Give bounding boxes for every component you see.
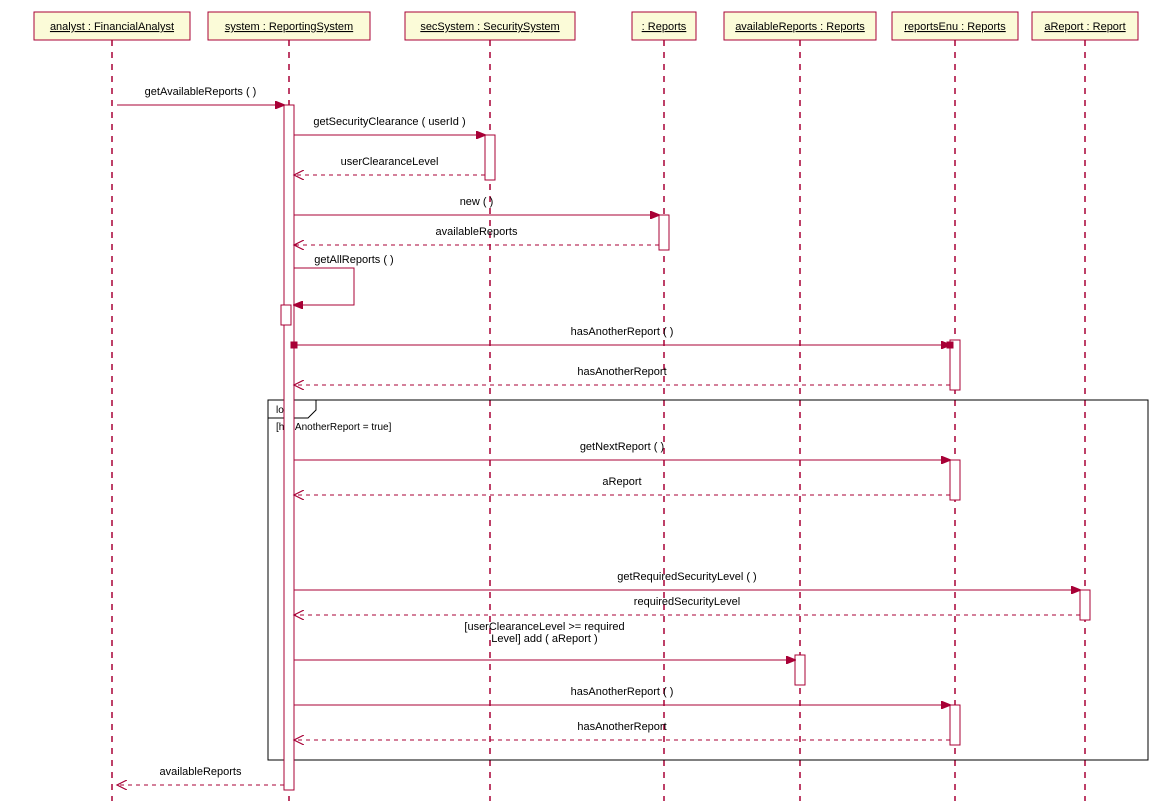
activation-bar — [284, 105, 294, 790]
message-label: getAvailableReports ( ) — [145, 86, 257, 98]
lifeline-label: reportsEnu : Reports — [904, 21, 1006, 33]
message-square-marker — [947, 342, 953, 348]
message-label: hasAnotherReport ( ) — [571, 686, 674, 698]
lifeline-label: availableReports : Reports — [735, 21, 865, 33]
lifeline-label: system : ReportingSystem — [225, 21, 353, 33]
activation-bar — [659, 215, 669, 250]
activation-bar — [795, 655, 805, 685]
message-label: availableReports — [436, 226, 518, 238]
lifeline-label: aReport : Report — [1044, 21, 1125, 33]
activation-bar — [281, 305, 291, 325]
message-label: availableReports — [160, 766, 242, 778]
message-label: userClearanceLevel — [341, 156, 439, 168]
message-label: aReport — [602, 476, 641, 488]
activation-bar — [950, 705, 960, 745]
activation-bar — [950, 460, 960, 500]
self-message-label: getAllReports ( ) — [314, 254, 393, 266]
message-label: getSecurityClearance ( userId ) — [313, 116, 465, 128]
message-label: requiredSecurityLevel — [634, 596, 740, 608]
message-label: new ( ) — [460, 196, 494, 208]
lifeline-label: analyst : FinancialAnalyst — [50, 21, 174, 33]
lifeline-label: : Reports — [642, 21, 687, 33]
activation-bar — [1080, 590, 1090, 620]
message-label: hasAnotherReport — [577, 721, 666, 733]
activation-bar — [485, 135, 495, 180]
self-message — [294, 268, 354, 305]
message-label: getNextReport ( ) — [580, 441, 664, 453]
message-label: hasAnotherReport — [577, 366, 666, 378]
message-label: hasAnotherReport ( ) — [571, 326, 674, 338]
message-label: Level] add ( aReport ) — [491, 633, 597, 645]
lifeline-label: secSystem : SecuritySystem — [420, 21, 559, 33]
message-label: [userClearanceLevel >= required — [464, 621, 624, 633]
message-square-marker — [291, 342, 297, 348]
message-label: getRequiredSecurityLevel ( ) — [617, 571, 756, 583]
